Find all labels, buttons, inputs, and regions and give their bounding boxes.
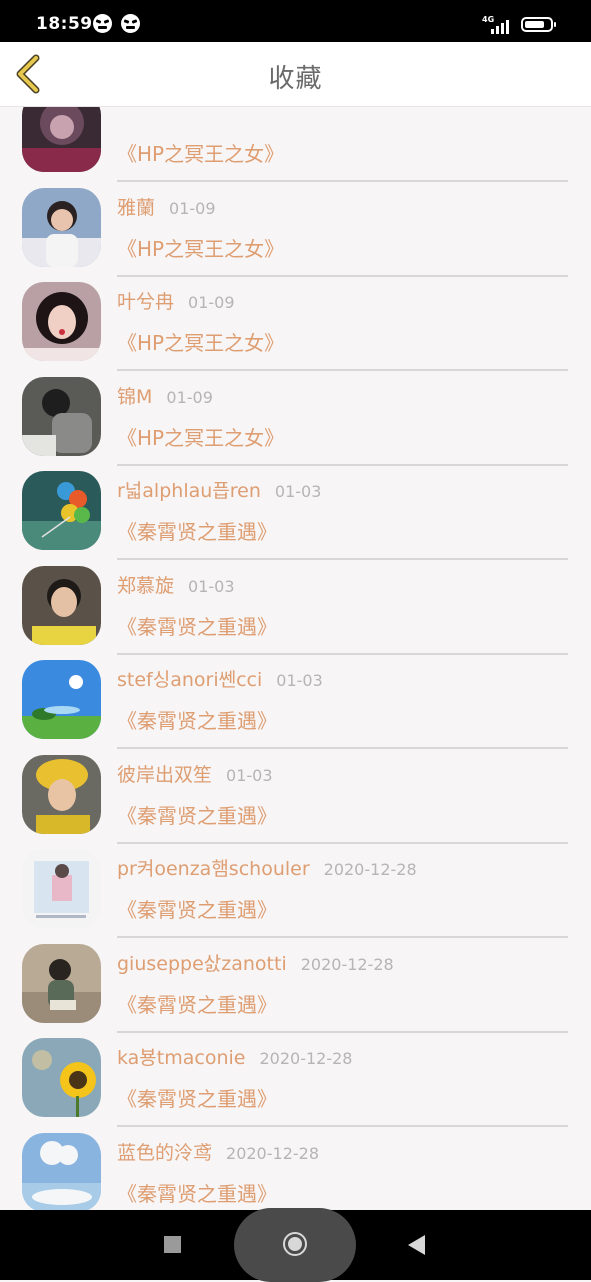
book-title[interactable]: 《秦霄贤之重遇》 <box>117 1083 277 1112</box>
status-bar: 18:59 4G <box>0 0 591 42</box>
user-name[interactable]: pr켜oenza햄schouler <box>117 858 310 880</box>
favorite-row[interactable]: 锦M 01-09 《HP之冥王之女》 <box>0 359 591 466</box>
favorite-date: 01-03 <box>188 576 235 596</box>
favorite-date: 01-09 <box>169 198 216 218</box>
name-line: 雅蘭 01-09 <box>117 193 216 220</box>
favorite-date: 2020-12-28 <box>259 1049 353 1068</box>
favorite-row[interactable]: 彼岸出双笙 01-03 《秦霄贤之重遇》 <box>0 737 591 844</box>
name-line: 蓝色的泠鸢 2020-12-28 <box>117 1138 319 1165</box>
favorite-date: 01-09 <box>188 293 235 312</box>
avatar[interactable] <box>22 943 101 1023</box>
favorite-row[interactable]: 蓝色的泠鸢 2020-12-28 《秦霄贤之重遇》 <box>0 1115 591 1210</box>
name-line: 锦M 01-09 <box>117 382 213 409</box>
name-line: 郑慕旋 01-03 <box>117 571 235 598</box>
book-title[interactable]: 《秦霄贤之重遇》 <box>117 611 277 640</box>
favorite-date: 2020-12-28 <box>323 860 417 879</box>
book-title[interactable]: 《秦霄贤之重遇》 <box>117 894 277 923</box>
favorite-date: 2020-12-28 <box>300 954 394 974</box>
favorite-row[interactable]: giuseppe삸zanotti 2020-12-28 《秦霄贤之重遇》 <box>0 926 591 1033</box>
recents-button[interactable] <box>164 1236 181 1253</box>
favorite-row[interactable]: pr켜oenza햄schouler 2020-12-28 《秦霄贤之重遇》 <box>0 831 591 938</box>
back-nav-button[interactable] <box>408 1235 425 1255</box>
name-line: 彼岸出双笙 01-03 <box>117 760 273 787</box>
avatar[interactable] <box>22 1038 101 1117</box>
favorite-row[interactable]: ka뵹tmaconie 2020-12-28 《秦霄贤之重遇》 <box>0 1020 591 1127</box>
app-header: 收藏 <box>0 42 591 107</box>
favorite-row[interactable]: stef싱anori쎈cci 01-03 《秦霄贤之重遇》 <box>0 642 591 749</box>
book-title[interactable]: 《秦霄贤之重遇》 <box>117 989 277 1018</box>
book-title[interactable]: 《秦霄贤之重遇》 <box>117 705 277 734</box>
favorite-date: 2020-12-28 <box>226 1143 319 1163</box>
avatar[interactable] <box>22 107 101 172</box>
name-line: 叶兮冉 01-09 <box>117 287 235 314</box>
favorite-date: 01-03 <box>226 765 273 785</box>
favorite-row[interactable]: 郑慕旋 01-03 《秦霄贤之重遇》 <box>0 548 591 655</box>
avatar[interactable] <box>22 1132 101 1210</box>
user-name[interactable]: 彼岸出双笙 <box>117 764 212 786</box>
signal-icon <box>491 18 513 34</box>
book-title[interactable]: 《秦霄贤之重遇》 <box>117 1178 277 1207</box>
book-title[interactable]: 《秦霄贤之重遇》 <box>117 800 277 829</box>
name-line: pr켜oenza햄schouler 2020-12-28 <box>117 854 417 881</box>
name-line <box>117 107 131 120</box>
book-title[interactable]: 《HP之冥王之女》 <box>117 233 284 262</box>
name-line: ka뵹tmaconie 2020-12-28 <box>117 1043 352 1070</box>
user-name[interactable]: giuseppe삸zanotti <box>117 953 287 975</box>
battery-icon <box>521 17 556 32</box>
book-title[interactable]: 《HP之冥王之女》 <box>117 327 284 356</box>
user-name[interactable]: 蓝色的泠鸢 <box>117 1142 212 1164</box>
user-name[interactable]: 锦M <box>117 386 152 408</box>
book-title[interactable]: 《秦霄贤之重遇》 <box>117 516 277 545</box>
avatar[interactable] <box>22 282 101 361</box>
name-line: giuseppe삸zanotti 2020-12-28 <box>117 949 394 976</box>
favorite-date: 01-03 <box>274 482 322 501</box>
name-line: r넓alphlau픕ren 01-03 <box>117 476 321 503</box>
avatar[interactable] <box>22 376 101 456</box>
favorite-row[interactable]: 《HP之冥王之女》 <box>0 107 591 182</box>
angry-face-icon <box>93 14 112 33</box>
avatar[interactable] <box>22 187 101 267</box>
user-name[interactable]: ka뵹tmaconie <box>117 1047 245 1069</box>
avatar[interactable] <box>22 471 101 550</box>
favorite-date: 01-03 <box>276 671 323 690</box>
favorite-row[interactable]: r넓alphlau픕ren 01-03 《秦霄贤之重遇》 <box>0 453 591 560</box>
angry-face-icon <box>121 14 140 33</box>
avatar[interactable] <box>22 660 101 739</box>
page-title: 收藏 <box>268 64 323 94</box>
status-time: 18:59 <box>36 14 93 34</box>
favorite-row[interactable]: 叶兮冉 01-09 《HP之冥王之女》 <box>0 264 591 371</box>
book-title[interactable]: 《HP之冥王之女》 <box>117 422 284 451</box>
avatar[interactable] <box>22 565 101 645</box>
favorite-row[interactable]: 雅蘭 01-09 《HP之冥王之女》 <box>0 170 591 277</box>
name-line: stef싱anori쎈cci 01-03 <box>117 665 323 692</box>
user-name[interactable]: 叶兮冉 <box>117 291 174 313</box>
user-name[interactable]: stef싱anori쎈cci <box>117 669 262 691</box>
user-name[interactable]: 雅蘭 <box>117 197 155 219</box>
user-name[interactable]: r넓alphlau픕ren <box>117 480 261 502</box>
avatar[interactable] <box>22 849 101 928</box>
book-title[interactable]: 《HP之冥王之女》 <box>117 138 284 167</box>
favorite-date: 01-09 <box>166 387 213 407</box>
home-button[interactable] <box>283 1232 307 1256</box>
favorites-list[interactable]: 《HP之冥王之女》 雅蘭 01-09 《HP之冥王之女》 叶兮冉 01-09 《HP之冥王之… <box>0 107 591 1210</box>
user-name[interactable]: 郑慕旋 <box>117 575 174 597</box>
avatar[interactable] <box>22 754 101 834</box>
